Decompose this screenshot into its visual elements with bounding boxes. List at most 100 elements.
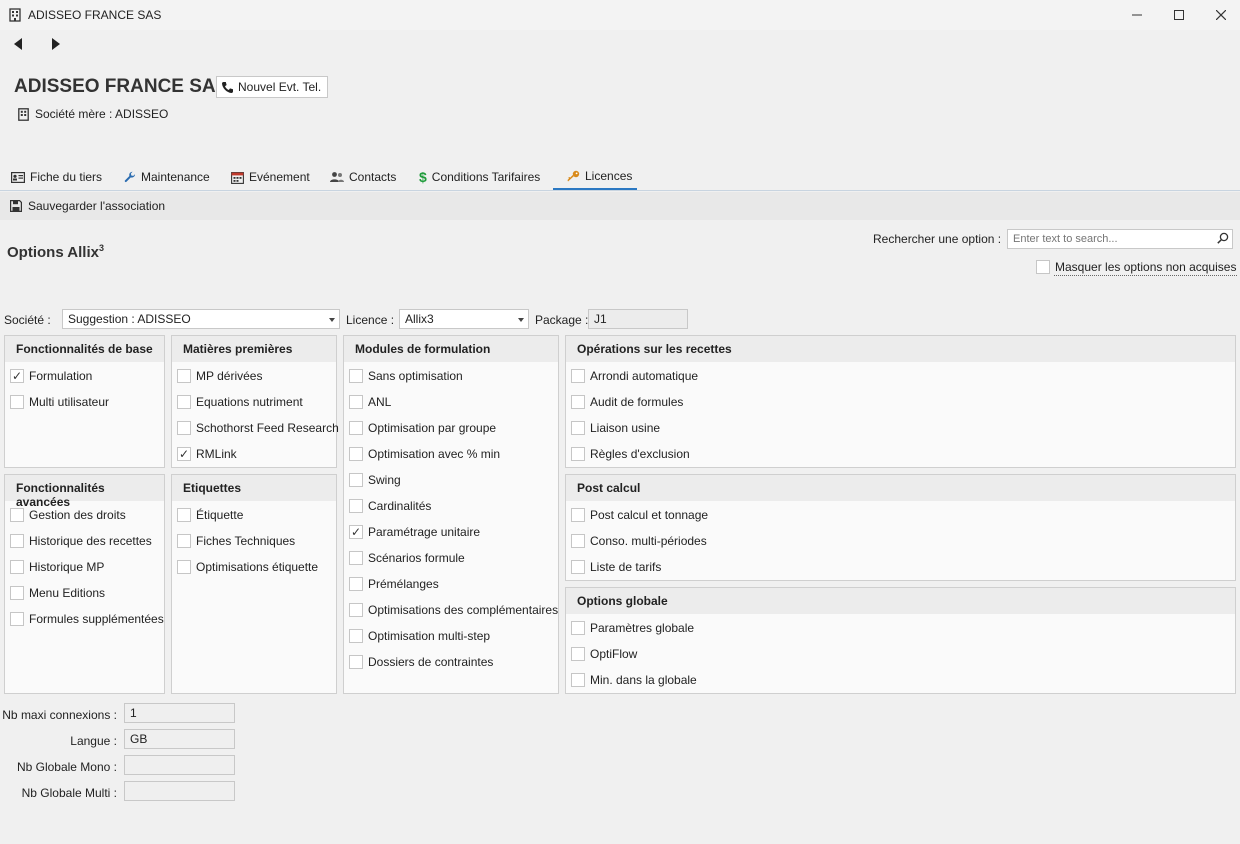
option-optimisation-min[interactable]: Optimisation avec % min — [349, 445, 500, 463]
option-optimisations-complementaires[interactable]: Optimisations des complémentaires — [349, 601, 558, 619]
option-regles-exclusion[interactable]: Règles d'exclusion — [571, 445, 690, 463]
checkbox[interactable] — [177, 369, 191, 383]
save-association-button[interactable]: Sauvegarder l'association — [10, 192, 165, 220]
save-association-label: Sauvegarder l'association — [28, 199, 166, 213]
tab-fiche-du-tiers[interactable]: Fiche du tiers — [11, 164, 102, 190]
forward-button[interactable] — [46, 36, 66, 52]
checkbox[interactable]: ✓ — [349, 525, 363, 539]
checkbox[interactable] — [349, 421, 363, 435]
licence-select[interactable]: Allix3 — [399, 309, 529, 329]
option-equations-nutriment[interactable]: Equations nutriment — [177, 393, 303, 411]
checkbox[interactable] — [177, 508, 191, 522]
nb-globale-mono-label: Nb Globale Mono : — [16, 760, 117, 774]
option-parametrage-unitaire[interactable]: ✓ Paramétrage unitaire — [349, 523, 480, 541]
checkbox[interactable] — [10, 612, 24, 626]
tab-contacts[interactable]: Contacts — [330, 164, 396, 190]
tab-maintenance[interactable]: Maintenance — [124, 164, 210, 190]
checkbox[interactable] — [10, 586, 24, 600]
checkbox[interactable] — [571, 534, 585, 548]
nb-maxi-connexions-field[interactable]: 1 — [124, 703, 235, 723]
checkbox[interactable] — [571, 421, 585, 435]
checkbox[interactable] — [349, 447, 363, 461]
option-post-calcul-tonnage[interactable]: Post calcul et tonnage — [571, 506, 708, 524]
option-etiquette[interactable]: Étiquette — [177, 506, 243, 524]
option-dossiers-contraintes[interactable]: Dossiers de contraintes — [349, 653, 493, 671]
checkbox[interactable] — [10, 395, 24, 409]
option-swing[interactable]: Swing — [349, 471, 401, 489]
checkbox[interactable] — [571, 447, 585, 461]
minimize-button[interactable] — [1117, 0, 1157, 30]
option-audit-formules[interactable]: Audit de formules — [571, 393, 683, 411]
societe-select[interactable]: Suggestion : ADISSEO — [62, 309, 340, 329]
option-mp-derivees[interactable]: MP dérivées — [177, 367, 262, 385]
search-input[interactable] — [1007, 229, 1233, 249]
checkbox[interactable] — [1036, 260, 1050, 274]
search-icon[interactable] — [1217, 232, 1229, 244]
checkbox[interactable] — [571, 673, 585, 687]
option-label: OptiFlow — [590, 647, 638, 661]
option-cardinalites[interactable]: Cardinalités — [349, 497, 431, 515]
maximize-button[interactable] — [1159, 0, 1199, 30]
option-menu-editions[interactable]: Menu Editions — [10, 584, 105, 602]
checkbox[interactable] — [177, 560, 191, 574]
checkbox[interactable] — [571, 508, 585, 522]
checkbox[interactable] — [349, 395, 363, 409]
tab-conditions-tarifaires[interactable]: $ Conditions Tarifaires — [419, 164, 540, 190]
option-sans-optimisation[interactable]: Sans optimisation — [349, 367, 463, 385]
checkbox[interactable] — [571, 560, 585, 574]
option-optiflow[interactable]: OptiFlow — [571, 645, 637, 663]
checkbox[interactable] — [571, 647, 585, 661]
checkbox[interactable] — [571, 395, 585, 409]
checkbox[interactable] — [10, 534, 24, 548]
option-rmlink[interactable]: ✓ RMLink — [177, 445, 237, 463]
licence-label: Licence : — [346, 313, 395, 327]
close-button[interactable] — [1201, 0, 1240, 30]
back-button[interactable] — [8, 36, 28, 52]
option-historique-mp[interactable]: Historique MP — [10, 558, 104, 576]
option-scenarios-formule[interactable]: Scénarios formule — [349, 549, 465, 567]
checkbox[interactable] — [349, 629, 363, 643]
option-anl[interactable]: ANL — [349, 393, 391, 411]
option-min-globale[interactable]: Min. dans la globale — [571, 671, 697, 689]
option-conso-multi-periodes[interactable]: Conso. multi-périodes — [571, 532, 707, 550]
checkbox[interactable] — [349, 499, 363, 513]
option-optimisation-groupe[interactable]: Optimisation par groupe — [349, 419, 496, 437]
checkbox[interactable] — [10, 508, 24, 522]
checkbox[interactable]: ✓ — [10, 369, 24, 383]
checkbox[interactable] — [177, 534, 191, 548]
option-liste-tarifs[interactable]: Liste de tarifs — [571, 558, 661, 576]
option-optimisations-etiquette[interactable]: Optimisations étiquette — [177, 558, 318, 576]
option-optimisation-multistep[interactable]: Optimisation multi-step — [349, 627, 490, 645]
option-multi-utilisateur[interactable]: Multi utilisateur — [10, 393, 109, 411]
option-arrondi-automatique[interactable]: Arrondi automatique — [571, 367, 698, 385]
option-liaison-usine[interactable]: Liaison usine — [571, 419, 660, 437]
checkbox[interactable] — [571, 369, 585, 383]
new-phone-event-button[interactable]: Nouvel Evt. Tel. — [216, 76, 329, 98]
checkbox[interactable] — [349, 655, 363, 669]
option-premelanges[interactable]: Prémélanges — [349, 575, 439, 593]
tab-licences[interactable]: Licences — [553, 164, 637, 190]
checkbox[interactable] — [349, 551, 363, 565]
option-formules-supplementees[interactable]: Formules supplémentées — [10, 610, 164, 628]
langue-field[interactable]: GB — [124, 729, 235, 749]
option-parametres-globale[interactable]: Paramètres globale — [571, 619, 694, 637]
checkbox[interactable]: ✓ — [177, 447, 191, 461]
checkbox[interactable] — [10, 560, 24, 574]
option-schothorst[interactable]: Schothorst Feed Research — [177, 419, 339, 437]
option-fiches-techniques[interactable]: Fiches Techniques — [177, 532, 295, 550]
tab-evenement[interactable]: Evénement — [231, 164, 310, 190]
nb-globale-mono-field[interactable] — [124, 755, 235, 775]
checkbox[interactable] — [349, 369, 363, 383]
option-historique-recettes[interactable]: Historique des recettes — [10, 532, 152, 550]
checkbox[interactable] — [349, 603, 363, 617]
nb-globale-multi-field[interactable] — [124, 781, 235, 801]
checkbox[interactable] — [571, 621, 585, 635]
option-gestion-droits[interactable]: Gestion des droits — [10, 506, 126, 524]
checkbox[interactable] — [349, 473, 363, 487]
group-header: Fonctionnalités de base — [5, 336, 164, 362]
checkbox[interactable] — [177, 395, 191, 409]
option-formulation[interactable]: ✓ Formulation — [10, 367, 92, 385]
checkbox[interactable] — [349, 577, 363, 591]
checkbox[interactable] — [177, 421, 191, 435]
hide-unacquired-checkbox[interactable]: Masquer les options non acquises — [1036, 258, 1238, 276]
